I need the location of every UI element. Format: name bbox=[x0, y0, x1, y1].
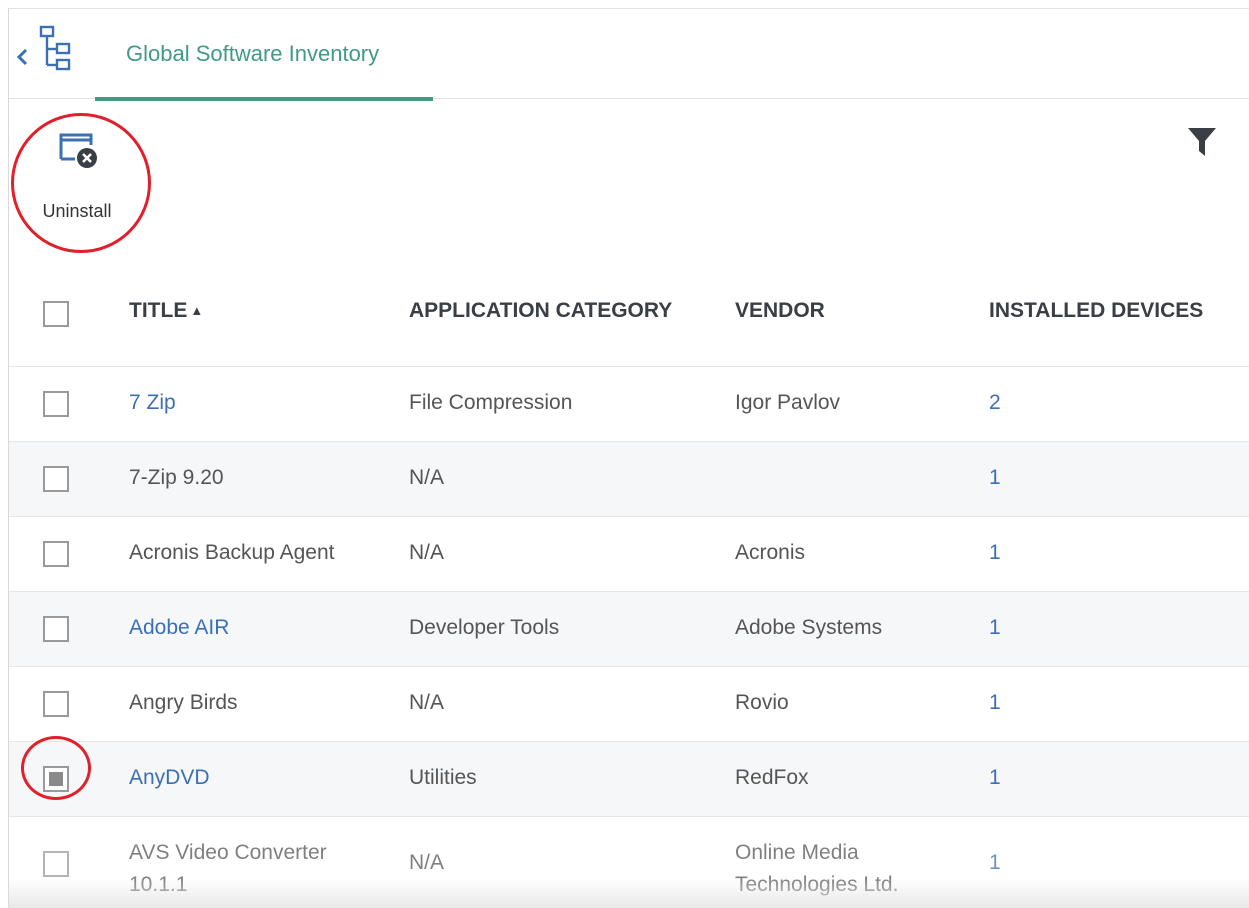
application-category: N/A bbox=[409, 851, 445, 874]
table-header-row: TITLE ▲ APPLICATION CATEGORY VENDOR INSTA… bbox=[9, 279, 1249, 367]
installed-devices-link[interactable]: 1 bbox=[989, 851, 1001, 875]
vendor: Rovio bbox=[735, 691, 789, 714]
column-header-installed-devices[interactable]: INSTALLED DEVICES bbox=[989, 299, 1203, 323]
device-tree-icon[interactable] bbox=[35, 25, 75, 73]
vendor: Adobe Systems bbox=[735, 616, 883, 639]
software-title-link[interactable]: Adobe AIR bbox=[129, 616, 229, 640]
chevron-left-icon[interactable] bbox=[15, 45, 29, 69]
table-row[interactable]: AVS Video Converter 10.1.1 N/A Online Me… bbox=[9, 817, 1249, 908]
software-title-link[interactable]: 7 Zip bbox=[129, 391, 176, 415]
sort-ascending-icon: ▲ bbox=[190, 303, 204, 318]
vendor: Igor Pavlov bbox=[735, 391, 841, 414]
installed-devices-link[interactable]: 1 bbox=[989, 466, 1001, 490]
installed-devices-link[interactable]: 2 bbox=[989, 391, 1001, 415]
vendor: RedFox bbox=[735, 766, 809, 789]
table-row[interactable]: 7-Zip 9.20 N/A 1 bbox=[9, 442, 1249, 517]
software-title: 7-Zip 9.20 bbox=[129, 466, 224, 489]
application-category: N/A bbox=[409, 691, 445, 714]
uninstall-button[interactable]: Uninstall bbox=[27, 127, 127, 233]
software-title: Angry Birds bbox=[129, 691, 238, 714]
row-checkbox[interactable] bbox=[43, 851, 69, 877]
table-row[interactable]: 7 Zip File Compression Igor Pavlov 2 bbox=[9, 367, 1249, 442]
uninstall-label: Uninstall bbox=[42, 201, 112, 221]
row-checkbox[interactable] bbox=[43, 691, 69, 717]
application-category: N/A bbox=[409, 541, 445, 564]
software-title-link[interactable]: AnyDVD bbox=[129, 766, 210, 790]
checkbox-tick bbox=[49, 772, 63, 786]
software-inventory-panel: Global Software Inventory Uninstall TITL… bbox=[8, 8, 1249, 908]
row-checkbox[interactable] bbox=[43, 391, 69, 417]
software-title: Acronis Backup Agent bbox=[129, 541, 335, 564]
column-header-vendor[interactable]: VENDOR bbox=[735, 299, 825, 323]
installed-devices-link[interactable]: 1 bbox=[989, 766, 1001, 790]
row-checkbox-checked[interactable] bbox=[43, 766, 69, 792]
tab-label: Global Software Inventory bbox=[126, 41, 380, 66]
row-checkbox[interactable] bbox=[43, 616, 69, 642]
row-checkbox[interactable] bbox=[43, 541, 69, 567]
application-category: N/A bbox=[409, 466, 445, 489]
vendor: Online Media Technologies Ltd. bbox=[735, 841, 899, 896]
filter-icon[interactable] bbox=[1185, 125, 1219, 159]
table-row-selected[interactable]: AnyDVD Utilities RedFox 1 bbox=[9, 742, 1249, 817]
software-title: AVS Video Converter 10.1.1 bbox=[129, 841, 327, 896]
window-close-icon bbox=[59, 133, 97, 168]
active-tab-indicator bbox=[95, 97, 433, 101]
application-category: File Compression bbox=[409, 391, 573, 414]
select-all-checkbox[interactable] bbox=[43, 301, 69, 327]
application-category: Utilities bbox=[409, 766, 477, 789]
tab-bar: Global Software Inventory bbox=[9, 9, 1249, 101]
table-row[interactable]: Adobe AIR Developer Tools Adobe Systems … bbox=[9, 592, 1249, 667]
installed-devices-link[interactable]: 1 bbox=[989, 691, 1001, 715]
column-header-title[interactable]: TITLE ▲ bbox=[129, 299, 203, 323]
table-row[interactable]: Angry Birds N/A Rovio 1 bbox=[9, 667, 1249, 742]
application-category: Developer Tools bbox=[409, 616, 560, 639]
tab-global-software-inventory[interactable]: Global Software Inventory bbox=[95, 9, 433, 101]
column-header-application-category[interactable]: APPLICATION CATEGORY bbox=[409, 299, 672, 323]
vendor: Acronis bbox=[735, 541, 806, 564]
row-checkbox[interactable] bbox=[43, 466, 69, 492]
installed-devices-link[interactable]: 1 bbox=[989, 616, 1001, 640]
table-row[interactable]: Acronis Backup Agent N/A Acronis 1 bbox=[9, 517, 1249, 592]
installed-devices-link[interactable]: 1 bbox=[989, 541, 1001, 565]
column-header-title-label: TITLE bbox=[129, 299, 188, 322]
